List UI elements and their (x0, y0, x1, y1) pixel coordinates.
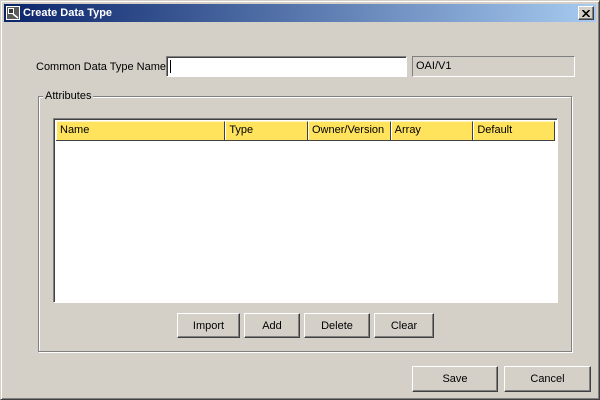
attributes-table-body[interactable] (56, 141, 555, 300)
owner-version-field: OAI/V1 (412, 56, 575, 77)
clear-button[interactable]: Clear (374, 313, 434, 338)
column-header-owner-version[interactable]: Owner/Version (307, 121, 391, 140)
create-data-type-dialog: Create Data Type Common Data Type Name: … (0, 0, 600, 400)
owner-version-value: OAI/V1 (416, 60, 452, 72)
cancel-button[interactable]: Cancel (504, 366, 591, 392)
close-icon (582, 9, 590, 17)
column-header-default[interactable]: Default (473, 121, 555, 140)
attributes-table-header: Name Type Owner/Version Array Default (56, 121, 555, 141)
window-title: Create Data Type (23, 7, 113, 19)
column-header-name[interactable]: Name (56, 121, 226, 140)
common-data-type-name-input[interactable] (166, 56, 407, 77)
add-button[interactable]: Add (244, 313, 300, 338)
close-button[interactable] (578, 6, 594, 20)
save-button[interactable]: Save (412, 366, 498, 392)
import-button[interactable]: Import (177, 313, 240, 338)
attributes-group-label: Attributes (43, 90, 94, 102)
column-header-type[interactable]: Type (225, 121, 308, 140)
attributes-table[interactable]: Name Type Owner/Version Array Default (53, 118, 558, 303)
delete-button[interactable]: Delete (304, 313, 370, 338)
text-caret (170, 60, 171, 73)
app-window-icon (6, 6, 20, 20)
column-header-array[interactable]: Array (390, 121, 474, 140)
title-bar[interactable]: Create Data Type (4, 4, 596, 22)
common-data-type-name-label: Common Data Type Name: (36, 61, 170, 73)
